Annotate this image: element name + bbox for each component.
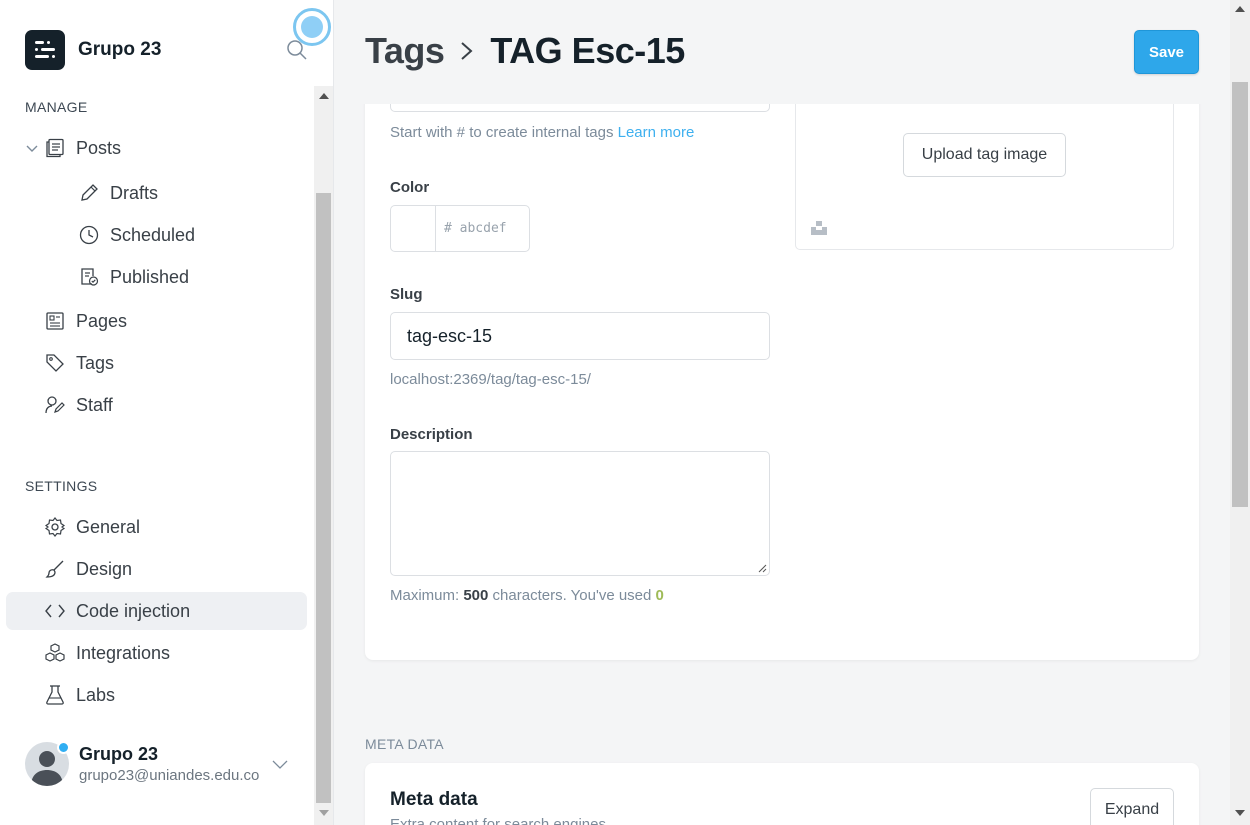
sidebar-item-general[interactable]: General (44, 508, 140, 546)
notification-badge (57, 741, 70, 754)
counter-prefix: Maximum: (390, 587, 460, 604)
brush-icon (44, 558, 66, 580)
meta-section-title: META DATA (365, 736, 444, 752)
counter-mid: characters. You've used (492, 587, 652, 604)
breadcrumb-tags-link[interactable]: Tags (365, 30, 445, 72)
posts-icon (44, 137, 66, 159)
scroll-down-arrow-icon[interactable] (1235, 810, 1245, 816)
sidebar-item-posts[interactable]: Posts (44, 129, 121, 167)
tag-settings-card: Start with # to create internal tags Lea… (365, 80, 1199, 660)
page-header: Tags TAG Esc-15 Save (334, 0, 1230, 104)
sidebar-item-code-injection[interactable]: Code injection (6, 592, 307, 630)
cursor-indicator (293, 8, 331, 46)
chevron-down-icon[interactable] (272, 758, 288, 770)
slug-url: localhost:2369/tag/tag-esc-15/ (390, 371, 591, 388)
brand[interactable]: Grupo 23 (25, 30, 161, 70)
sidebar-item-tags[interactable]: Tags (44, 344, 114, 382)
ghost-logo-icon (25, 30, 65, 70)
code-icon (44, 600, 66, 622)
sidebar-item-label: Integrations (76, 642, 171, 663)
sidebar: Grupo 23 MANAGE Posts Drafts Scheduled P… (0, 0, 331, 825)
sidebar-item-label: Design (76, 558, 133, 579)
published-icon (78, 266, 100, 288)
sidebar-item-pages[interactable]: Pages (44, 302, 127, 340)
color-field[interactable]: # abcdef (390, 205, 530, 252)
chevron-down-icon[interactable] (24, 141, 40, 157)
main-scrollbar-thumb[interactable] (1232, 82, 1248, 507)
counter-max: 500 (463, 587, 489, 604)
scroll-up-arrow-icon[interactable] (319, 93, 329, 99)
pages-icon (44, 310, 66, 332)
sidebar-item-integrations[interactable]: Integrations (44, 634, 170, 672)
sidebar-item-label: Posts (76, 137, 122, 158)
integrations-icon (44, 642, 66, 664)
sidebar-item-label: Labs (76, 684, 116, 705)
chevron-right-icon (460, 40, 474, 62)
sidebar-item-label: Scheduled (110, 224, 196, 245)
resize-handle-icon[interactable] (757, 563, 767, 573)
sidebar-item-label: Tags (76, 352, 115, 373)
manage-section-title: MANAGE (25, 99, 88, 115)
counter-used: 0 (655, 587, 664, 604)
staff-icon (44, 394, 66, 416)
tag-image-box: Upload tag image (795, 80, 1174, 250)
sidebar-item-staff[interactable]: Staff (44, 386, 113, 424)
sidebar-item-scheduled[interactable]: Scheduled (78, 216, 195, 254)
user-name: Grupo 23 (79, 744, 159, 764)
page-title: TAG Esc-15 (490, 30, 685, 71)
name-hint-text: Start with # to create internal tags (390, 124, 614, 141)
description-label: Description (390, 426, 473, 443)
main-content: Start with # to create internal tags Lea… (334, 0, 1250, 825)
description-counter: Maximum: 500 characters. You've used 0 (390, 587, 664, 604)
user-email: grupo23@uniandes.edu.co (79, 767, 260, 784)
sidebar-item-label: General (76, 516, 141, 537)
sidebar-item-label: Pages (76, 310, 128, 331)
slug-label: Slug (390, 286, 423, 303)
sidebar-item-label: Code injection (76, 600, 191, 621)
pencil-icon (78, 182, 100, 204)
sidebar-item-label: Published (110, 266, 190, 287)
breadcrumb: Tags TAG Esc-15 (365, 30, 685, 72)
color-swatch[interactable] (391, 206, 436, 251)
expand-button[interactable]: Expand (1090, 788, 1174, 825)
color-label: Color (390, 179, 430, 196)
sidebar-item-drafts[interactable]: Drafts (78, 174, 158, 212)
scroll-down-arrow-icon[interactable] (319, 810, 329, 816)
meta-card-subtitle: Extra content for search engines (390, 816, 606, 825)
tag-icon (44, 352, 66, 374)
sidebar-item-label: Staff (76, 394, 113, 415)
gear-icon (44, 516, 66, 538)
description-textarea[interactable] (390, 451, 770, 576)
unsplash-icon[interactable] (810, 218, 828, 236)
sidebar-item-labs[interactable]: Labs (44, 676, 115, 714)
meta-card-title: Meta data (390, 789, 478, 810)
sidebar-item-design[interactable]: Design (44, 550, 132, 588)
meta-data-card: Meta data Extra content for search engin… (365, 763, 1199, 825)
sidebar-scrollbar-thumb[interactable] (316, 193, 331, 803)
slug-input[interactable]: tag-esc-15 (390, 312, 770, 360)
learn-more-link[interactable]: Learn more (618, 124, 695, 141)
name-hint: Start with # to create internal tags Lea… (390, 124, 694, 141)
upload-tag-image-button[interactable]: Upload tag image (903, 133, 1066, 177)
clock-icon (78, 224, 100, 246)
flask-icon (44, 684, 66, 706)
scroll-up-arrow-icon[interactable] (1235, 6, 1245, 12)
save-button[interactable]: Save (1134, 30, 1199, 74)
settings-section-title: SETTINGS (25, 478, 98, 494)
site-name: Grupo 23 (78, 39, 162, 60)
sidebar-item-published[interactable]: Published (78, 258, 189, 296)
sidebar-item-label: Drafts (110, 182, 159, 203)
color-input[interactable]: # abcdef (436, 206, 507, 251)
